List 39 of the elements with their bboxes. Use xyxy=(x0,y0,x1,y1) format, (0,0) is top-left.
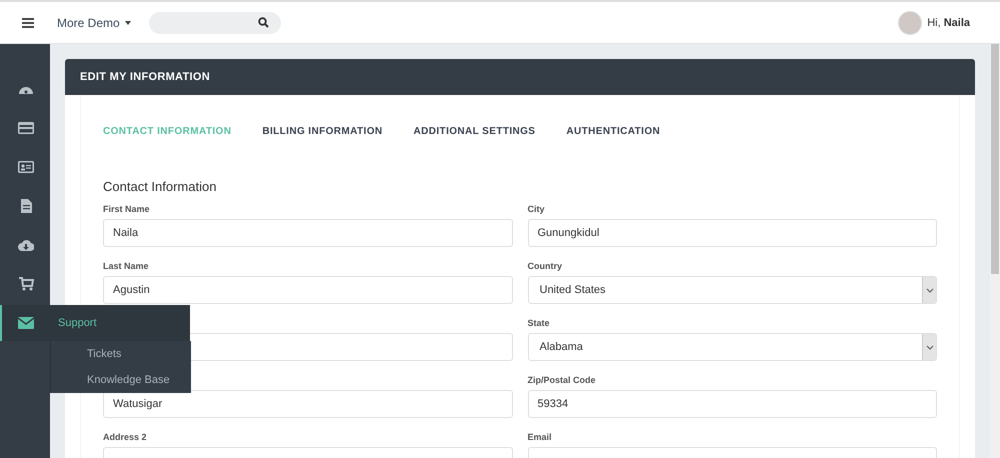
tab[interactable]: AUTHENTICATION xyxy=(566,126,660,137)
select-field[interactable]: Alabama xyxy=(528,333,937,361)
cloud-download-icon xyxy=(18,238,34,252)
text-field[interactable]: Naila xyxy=(103,219,512,247)
field-label: Address 2 xyxy=(103,432,148,442)
cart-icon xyxy=(18,276,34,290)
sidebar-item[interactable]: Support xyxy=(0,305,190,341)
scrollbar[interactable] xyxy=(990,44,1000,458)
section-title: Contact Information xyxy=(103,179,218,194)
field-label: State xyxy=(528,318,551,328)
field-label: Zip/Postal Code xyxy=(528,375,597,385)
chevron-down-icon xyxy=(922,334,936,360)
caret-icon xyxy=(124,20,131,24)
text-field[interactable]: Gunungkidul xyxy=(528,219,937,247)
field-label: First Name xyxy=(103,204,151,214)
panel-title: EDIT MY INFORMATION xyxy=(80,71,210,83)
field-label: Country xyxy=(528,261,563,271)
submenu-item[interactable]: Tickets xyxy=(51,341,191,367)
field-label: Last Name xyxy=(103,261,150,271)
field-label: City xyxy=(528,204,546,214)
text-field[interactable]: Watusigar xyxy=(103,390,512,418)
chevron-down-icon xyxy=(922,277,936,303)
submenu-item[interactable]: Knowledge Base xyxy=(51,367,191,393)
tab[interactable]: BILLING INFORMATION xyxy=(262,126,383,137)
select-field[interactable]: United States xyxy=(528,276,937,304)
scrollbar-thumb[interactable] xyxy=(991,44,999,274)
text-field[interactable]: 59334 xyxy=(528,390,937,418)
tab[interactable]: ADDITIONAL SETTINGS xyxy=(414,126,536,137)
search-icon[interactable] xyxy=(258,17,269,28)
id-card-icon xyxy=(18,160,34,174)
credit-card-icon xyxy=(18,120,34,134)
document-icon xyxy=(18,198,34,212)
envelope-icon xyxy=(18,316,34,330)
text-field[interactable]: Agustin xyxy=(103,276,512,304)
menu-icon[interactable] xyxy=(22,18,34,28)
greeting: Hi, Naila xyxy=(927,16,970,28)
more-demo-dropdown[interactable]: More Demo xyxy=(57,16,131,30)
search-field[interactable] xyxy=(148,12,281,34)
field-label: Email xyxy=(528,432,553,442)
